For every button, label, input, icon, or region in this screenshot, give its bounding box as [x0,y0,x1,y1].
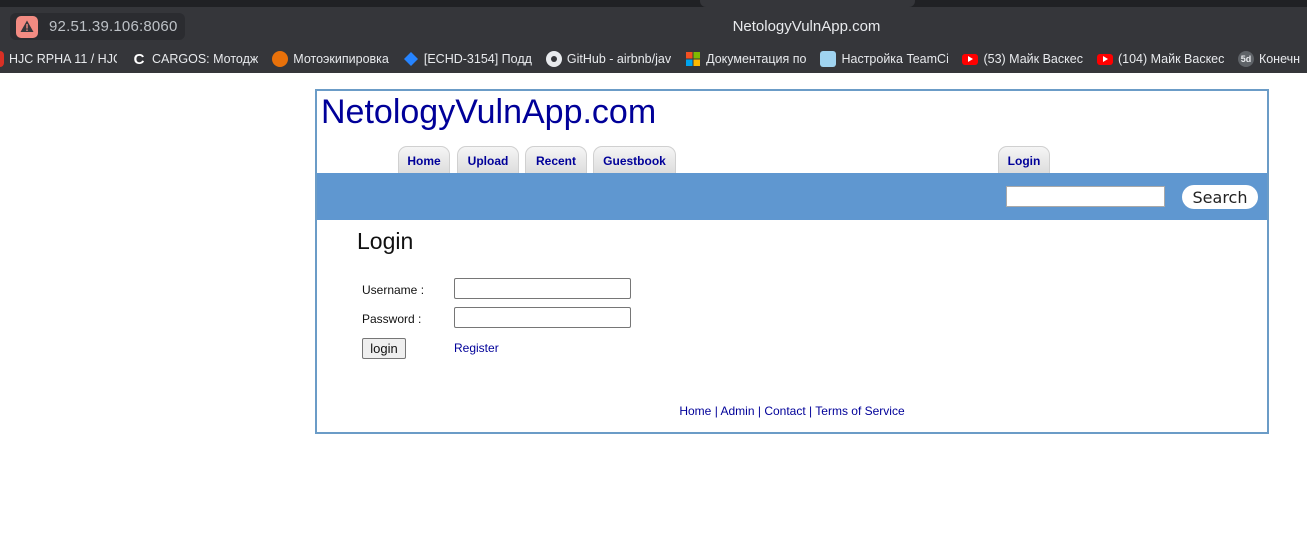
bookmark-jira[interactable]: [ECHD-3154] Подд [403,51,532,67]
bookmark-cargos[interactable]: C CARGOS: Мотодж [131,50,259,68]
bookmark-docs[interactable]: Документация по [685,51,806,67]
page-container: NetologyVulnApp.com Home Upload Recent G… [315,89,1269,434]
youtube-icon [1096,53,1113,65]
microsoft-icon [685,51,701,67]
teamcity-icon [820,51,837,67]
bookmark-label: (53) Майк Васкес [983,52,1083,66]
bookmarks-bar: HJC RPHA 11 / HJC C CARGOS: Мотодж Мотоэ… [0,45,1307,73]
nav-tab-recent[interactable]: Recent [525,146,587,174]
site-title[interactable]: NetologyVulnApp.com [321,93,656,132]
username-field[interactable] [454,278,631,299]
nav-tab-home[interactable]: Home [398,146,450,174]
search-button[interactable]: Search [1182,185,1258,209]
bookmark-github[interactable]: GitHub - airbnb/jav [545,51,672,67]
bookmark-label: Настройка TeamCi [841,52,949,66]
tab-strip [0,0,1307,7]
window-title: NetologyVulnApp.com [732,18,881,35]
bookmark-label: CARGOS: Мотодж [152,52,259,66]
bookmark-5d[interactable]: 5d Конечн [1237,51,1301,67]
cargos-c-icon: C [133,50,145,68]
bookmark-teamcity[interactable]: Настройка TeamCi [820,51,948,67]
footer-home-link[interactable]: Home [679,404,711,418]
nav-tab-guestbook[interactable]: Guestbook [593,146,676,174]
bookmark-label: [ECHD-3154] Подд [423,52,532,66]
username-label: Username : [362,283,425,297]
bookmark-label: HJC RPHA 11 / HJC [9,52,117,66]
footer-admin-link[interactable]: Admin [721,404,755,418]
search-input[interactable] [1006,186,1165,207]
footer-links: Home | Admin | Contact | Terms of Servic… [317,404,1267,418]
footer-contact-link[interactable]: Contact [764,404,805,418]
footer-separator: | [714,404,718,418]
youtube-icon [962,53,979,65]
nav-tab-upload[interactable]: Upload [457,146,519,174]
bookmark-label: Конечн [1258,52,1301,66]
bookmark-youtube-104[interactable]: (104) Майк Васкес [1096,52,1224,66]
bookmark-label: (104) Майк Васкес [1117,52,1224,66]
search-bar: Search [317,173,1267,220]
bookmark-hjc[interactable]: HJC RPHA 11 / HJC [0,51,117,67]
bookmark-youtube-53[interactable]: (53) Майк Васкес [962,52,1083,66]
moto-shop-icon [272,51,289,67]
page-title: Login [357,228,414,254]
5d-icon: 5d [1237,51,1254,67]
active-tab-edge[interactable] [700,0,915,7]
bookmark-moto[interactable]: Мотоэкипировка [272,51,389,67]
browser-titlebar: 92.51.39.106:8060 NetologyVulnApp.com [0,0,1307,45]
bookmark-label: Документация по [706,52,807,66]
footer-separator: | [757,404,761,418]
bookmark-label: GitHub - airbnb/jav [566,52,672,66]
jira-diamond-icon [403,51,419,67]
bookmark-label: Мотоэкипировка [293,52,389,66]
password-label: Password : [362,312,422,326]
register-link[interactable]: Register [454,341,499,355]
github-icon [545,51,562,67]
bookmark-partial-icon [0,51,4,67]
footer-separator: | [809,404,813,418]
login-button[interactable]: login [362,338,406,359]
nav-tab-login[interactable]: Login [998,146,1050,174]
password-field[interactable] [454,307,631,328]
footer-terms-link[interactable]: Terms of Service [815,404,904,418]
